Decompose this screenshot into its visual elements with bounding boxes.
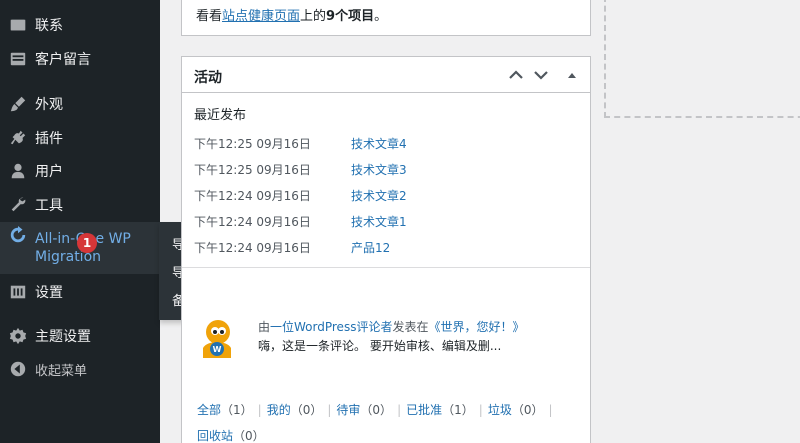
sidebar-item-settings[interactable]: 设置 [0, 281, 160, 303]
sidebar-item-plugins[interactable]: 插件 [0, 127, 160, 149]
filter-count: （1） [442, 403, 474, 417]
post-link[interactable]: 技术文章2 [351, 187, 407, 204]
sidebar-item-label: 收起菜单 [35, 363, 88, 379]
sidebar-item-label: 用户 [35, 164, 63, 180]
sidebar-item-appearance[interactable]: 外观 [0, 93, 160, 115]
user-icon [8, 161, 28, 181]
post-time: 下午12:24 09月16日 [194, 241, 311, 255]
post-link[interactable]: 技术文章3 [351, 161, 407, 178]
sidebar-item-theme-settings[interactable]: 主题设置 [0, 325, 160, 347]
svg-text:W: W [213, 345, 222, 354]
comment-author-link[interactable]: 一位WordPress评论者 [270, 320, 392, 334]
sidebar-item-label: 联系 [35, 18, 63, 34]
activity-title: 活动 [194, 70, 222, 86]
sidebar-item-label: 设置 [35, 285, 63, 301]
filter-count: （1） [221, 403, 253, 417]
settings-icon [8, 282, 28, 302]
filter-count: （0） [360, 403, 393, 417]
activity-header: 活动 [182, 57, 590, 93]
post-time: 下午12:25 09月16日 [194, 137, 311, 151]
sidebar-item-label: 工具 [35, 198, 63, 214]
migration-icon [8, 225, 28, 245]
empty-widget-dropzone [604, 0, 800, 118]
filter-spam[interactable]: 垃圾 [488, 403, 512, 417]
sidebar-item-tools[interactable]: 工具 [0, 194, 160, 216]
recent-published-title: 最近发布 [194, 108, 247, 123]
form-icon [8, 49, 28, 69]
filter-count: （0） [290, 403, 323, 417]
post-time: 下午12:25 09月16日 [194, 163, 311, 177]
sidebar-item-contact[interactable]: 联系 [0, 14, 160, 36]
post-link[interactable]: 技术文章4 [351, 135, 407, 152]
post-time: 下午12:24 09月16日 [194, 215, 311, 229]
comment-post-link[interactable]: 《世界，您好！》 [428, 320, 524, 334]
comment-excerpt: 嗨，这是一条评论。 要开始审核、编辑及删... [258, 339, 502, 353]
move-down-icon[interactable] [533, 67, 549, 83]
move-up-icon[interactable] [508, 67, 524, 83]
post-link[interactable]: 产品12 [351, 239, 390, 256]
comment-filters: 全部（1） | 我的（0） | 待审（0） | 已批准（1） | 垃圾（0） | [197, 403, 553, 417]
wrench-icon [8, 195, 28, 215]
brush-icon [8, 94, 28, 114]
gear-icon [8, 326, 28, 346]
flyout-arrow [150, 233, 159, 251]
site-health-link[interactable]: 站点健康页面 [222, 9, 300, 24]
section-divider [182, 267, 590, 268]
filter-all[interactable]: 全部 [197, 403, 221, 417]
sidebar-item-messages[interactable]: 客户留言 [0, 48, 160, 70]
plugin-icon [8, 128, 28, 148]
sidebar-item-label: 插件 [35, 131, 63, 147]
envelope-icon [8, 15, 28, 35]
sidebar-item-label: 主题设置 [35, 329, 91, 345]
filter-pending[interactable]: 待审 [336, 403, 360, 417]
sidebar-item-users[interactable]: 用户 [0, 160, 160, 182]
sidebar-collapse-menu[interactable]: 收起菜单 [0, 358, 160, 380]
admin-sidebar: 联系 客户留言 外观 插件 用户 工具 All-in-One WP Migrat… [0, 0, 160, 443]
step-badge: 1 [77, 233, 97, 253]
post-link[interactable]: 技术文章1 [351, 213, 407, 230]
filter-count: （0） [233, 429, 265, 443]
filter-trash[interactable]: 回收站 [197, 429, 233, 443]
filter-count: （0） [511, 403, 544, 417]
filter-approved[interactable]: 已批准 [406, 403, 442, 417]
post-time: 下午12:24 09月16日 [194, 189, 311, 203]
sidebar-item-label: 客户留言 [35, 52, 91, 68]
site-health-text: 看看站点健康页面上的9个项目。 [196, 9, 388, 24]
comment-filters-trash: 回收站（0） [197, 427, 265, 443]
filter-mine[interactable]: 我的 [267, 403, 291, 417]
commenter-avatar: W [203, 320, 231, 358]
comment-meta: 由一位WordPress评论者发表在《世界，您好！》 [258, 320, 525, 334]
activity-widget: 活动 最近发布 下午12:25 09月16日 技术文章4 下午12:25 09月… [181, 56, 591, 443]
site-health-widget: 看看站点健康页面上的9个项目。 [181, 0, 591, 36]
collapse-icon [8, 359, 28, 379]
toggle-panel-icon[interactable] [564, 67, 580, 83]
sidebar-item-label: 外观 [35, 97, 63, 113]
